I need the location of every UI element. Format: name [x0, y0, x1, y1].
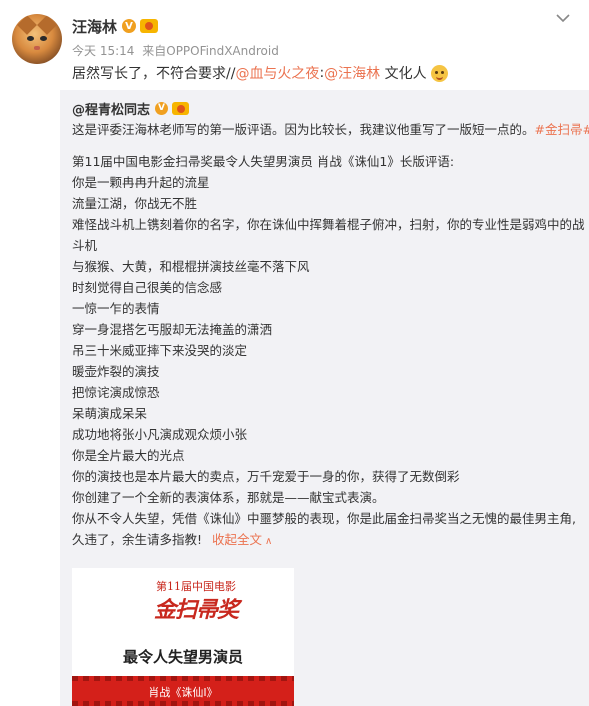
verified-icon: V	[155, 101, 169, 115]
body-line: 穿一身混搭乞丐服却无法掩盖的潇洒	[72, 322, 273, 337]
poster-band-label: 肖战《诛仙Ⅰ》	[148, 686, 218, 699]
avatar-eye	[27, 36, 34, 41]
body-line: 暖壶炸裂的演技	[72, 364, 160, 379]
body-line: 你从不令人失望，凭借《诛仙》中噩梦般的表现，你是此届金扫帚奖当之无愧的最佳男主角…	[72, 511, 576, 526]
body-line: 时刻觉得自己很美的信念感	[72, 280, 223, 295]
post-source: OPPOFindXAndroid	[166, 44, 279, 58]
body-line: 与猴猴、大黄，和棍棍拼演技丝毫不落下风	[72, 259, 310, 274]
body-line: 流量江湖，你战无不胜	[72, 196, 198, 211]
logo-main-text: 金扫帚奖	[154, 597, 239, 623]
collapse-button[interactable]: 收起全文 ∧	[212, 532, 272, 547]
repost-content: @程青松同志 V 这是评委汪海林老师写的第一版评语。因为比较长，我建议他重写了一…	[72, 99, 589, 552]
source-prefix: 来自	[142, 44, 167, 58]
repost-card: @程青松同志 V 这是评委汪海林老师写的第一版评语。因为比较长，我建议他重写了一…	[60, 90, 589, 706]
post-meta: 今天 15:14 来自OPPOFindXAndroid	[72, 42, 283, 59]
hashtag-link[interactable]: #金扫帚#	[535, 122, 589, 137]
post-text-prefix: 居然写长了，不符合要求//	[72, 66, 236, 82]
repost-intro-text: 这是评委汪海林老师写的第一版评语。因为比较长，我建议他重写了一版短一点的。	[72, 122, 535, 137]
mention-link[interactable]: @汪海林	[324, 63, 380, 83]
chevron-down-icon[interactable]	[555, 10, 571, 26]
post-text: 居然写长了，不符合要求// @血与火之夜 : @汪海林 文化人	[72, 63, 448, 83]
avatar-ear	[17, 15, 37, 35]
repost-author-name[interactable]: @程青松同志	[72, 99, 150, 118]
avatar-ear	[37, 15, 57, 35]
repost-author-row: @程青松同志 V	[72, 99, 577, 118]
avatar-eye	[40, 36, 47, 41]
post-header: 汪海林 V 今天 15:14 来自OPPOFindXAndroid 居然写长了，…	[0, 0, 589, 92]
body-line: 你是一颗冉冉升起的流星	[72, 175, 210, 190]
poster-title: 最令人失望男演员	[122, 648, 243, 666]
mention-link[interactable]: @血与火之夜	[235, 63, 319, 83]
film-strip	[72, 676, 294, 681]
body-line: 把惊诧演成惊恐	[72, 385, 160, 400]
level-badge-icon	[172, 101, 190, 115]
collapse-label: 收起全文	[212, 532, 263, 547]
award-logo: 第11届中国电影 金扫帚奖	[150, 578, 239, 624]
body-line: 难怪战斗机上镌刻着你的名字，你在诛仙中挥舞着棍子俯冲，扫射，你的专业性是弱鸡中的…	[72, 217, 585, 232]
film-strip	[72, 701, 294, 706]
author-name[interactable]: 汪海林	[72, 16, 117, 37]
body-line: 吊三十米威亚摔下来没哭的淡定	[72, 343, 248, 358]
repost-body: 第11届中国电影金扫帚奖最令人失望男演员 肖战《诛仙1》长版评语: 你是一颗冉冉…	[72, 151, 585, 552]
body-line-last: 久违了，余生请多指教! 收起全文 ∧	[72, 529, 577, 552]
avatar[interactable]	[12, 14, 62, 64]
post-time[interactable]: 今天 15:14	[72, 44, 134, 58]
repost-intro: 这是评委汪海林老师写的第一版评语。因为比较长，我建议他重写了一版短一点的。#金扫…	[72, 119, 589, 140]
body-line: 一惊一乍的表情	[72, 301, 160, 316]
avatar-nose	[34, 46, 40, 50]
body-line: 斗机	[72, 238, 98, 253]
level-badge-icon	[140, 19, 159, 33]
chevron-up-icon: ∧	[265, 536, 273, 547]
post-text-suffix: 文化人	[380, 66, 427, 82]
poster-band: 肖战《诛仙Ⅰ》	[72, 676, 294, 706]
poster-image[interactable]: 第11届中国电影 金扫帚奖 最令人失望男演员 肖战《诛仙Ⅰ》	[72, 568, 294, 706]
body-line: 成功地将张小凡演成观众烦小张	[72, 427, 248, 442]
last-line-text: 久违了，余生请多指教!	[72, 532, 203, 547]
author-row: 汪海林 V	[72, 15, 159, 37]
body-line: 你创建了一个全新的表演体系，那就是——献宝式表演。	[72, 490, 385, 505]
body-line: 第11届中国电影金扫帚奖最令人失望男演员 肖战《诛仙1》长版评语:	[72, 154, 455, 169]
body-line: 呆萌演成呆呆	[72, 406, 148, 421]
body-line: 你的演技也是本片最大的卖点，万千宠爱于一身的你，获得了无数倒彩	[72, 469, 460, 484]
body-line: 你是全片最大的光点	[72, 448, 185, 463]
emoji-face-icon	[430, 64, 448, 82]
verified-icon: V	[122, 19, 137, 33]
